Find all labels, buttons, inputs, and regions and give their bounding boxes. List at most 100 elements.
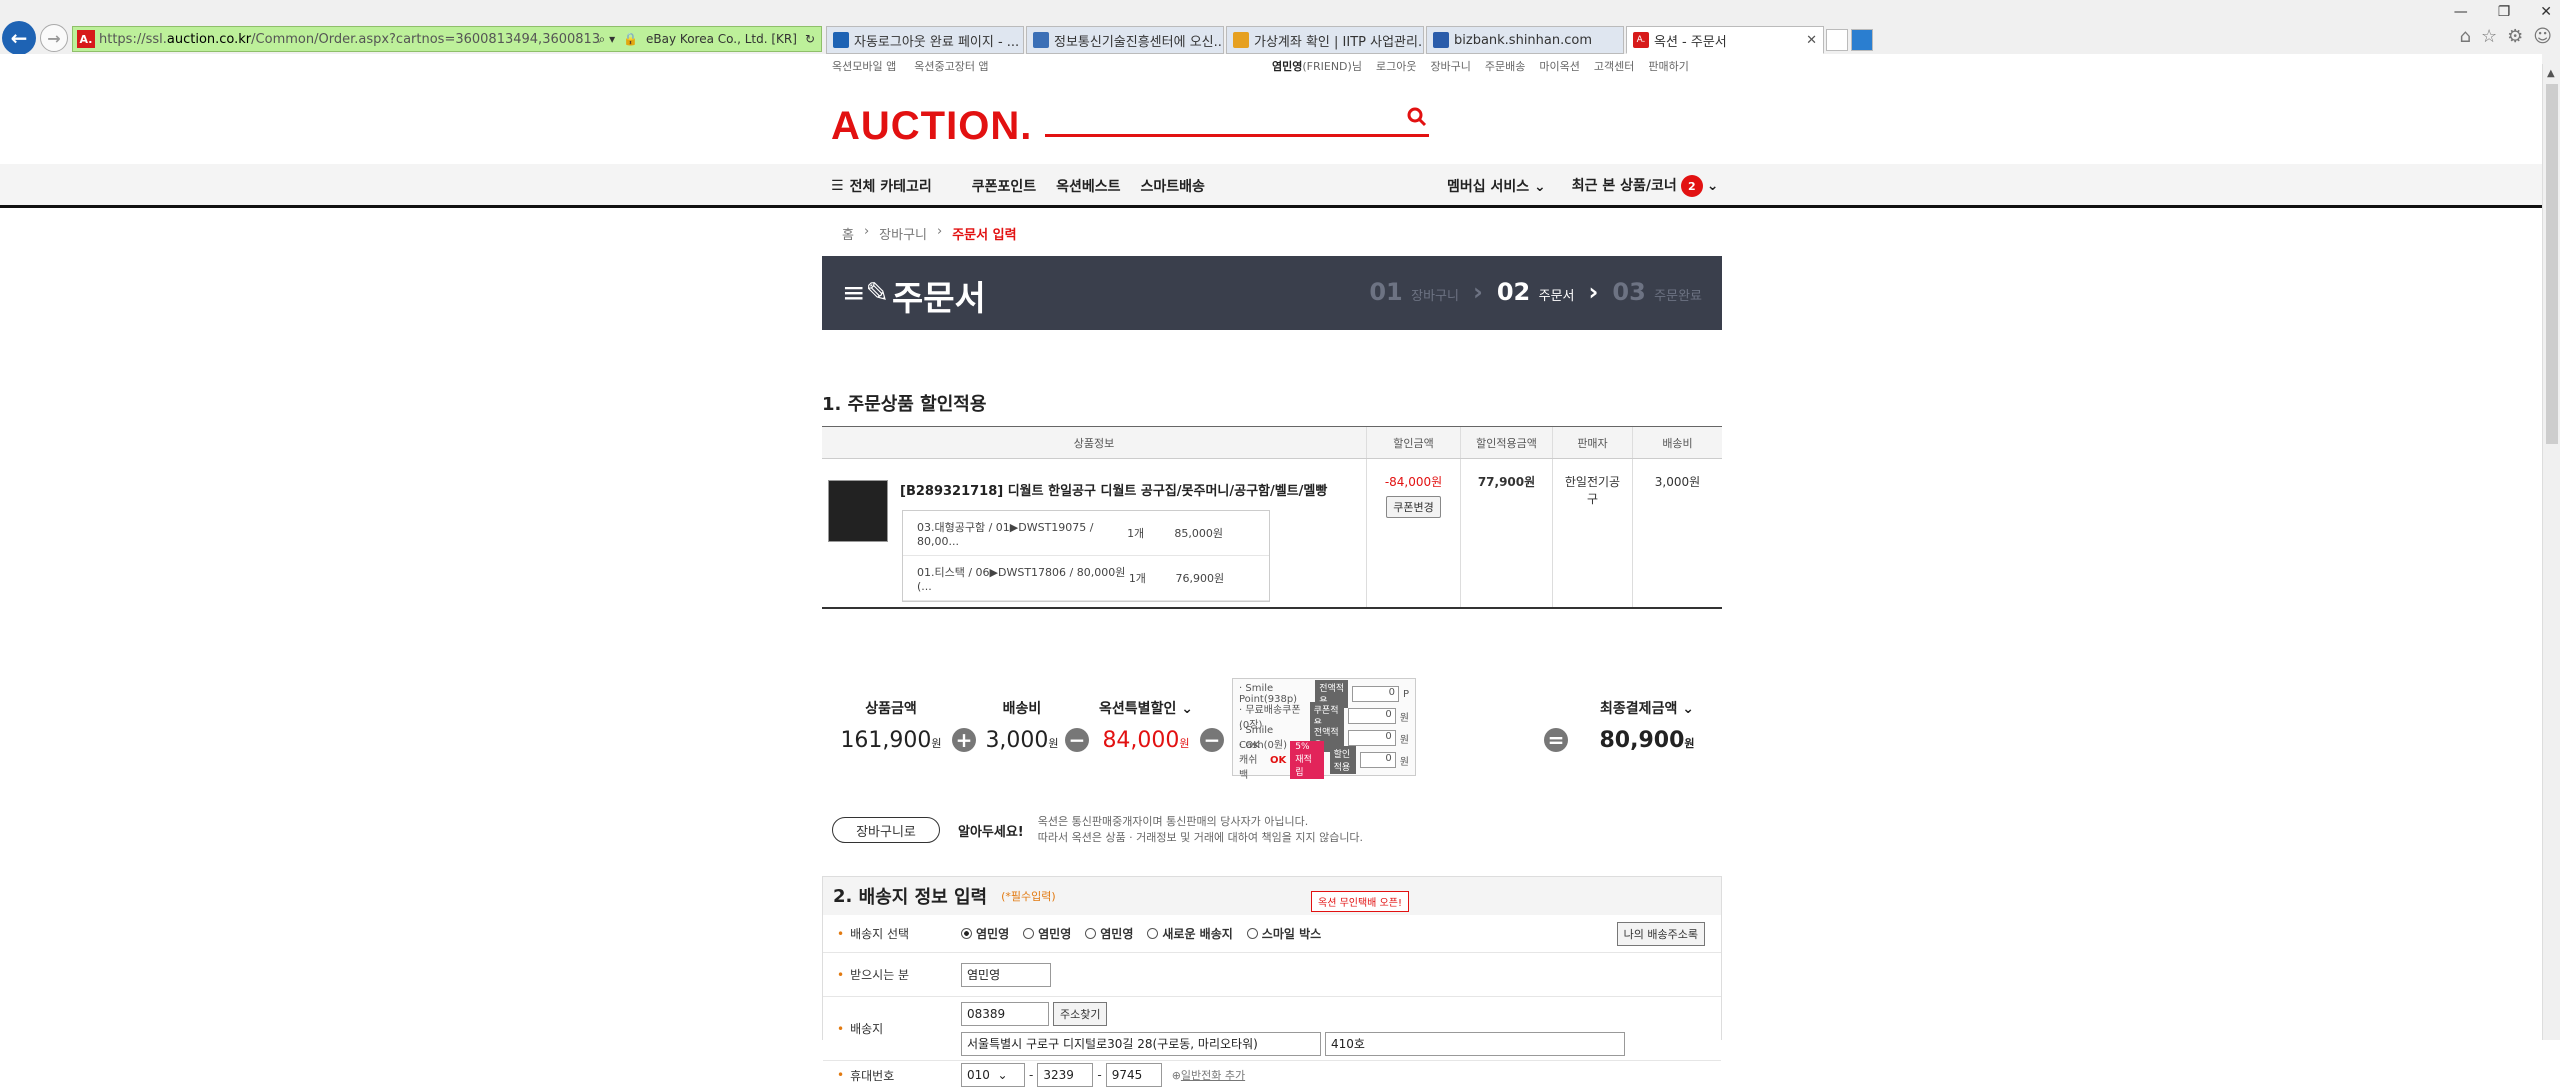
step-cart: 01 장바구니 bbox=[1369, 278, 1459, 306]
lock-icon[interactable]: 🔒 bbox=[623, 32, 638, 46]
forward-button-icon[interactable]: → bbox=[40, 24, 68, 52]
notice-heading: 알아두세요! bbox=[958, 824, 1024, 840]
address-line2-input[interactable]: 410호 bbox=[1325, 1031, 1625, 1056]
section2-title: 2. 배송지 정보 입력 (*필수입력) bbox=[823, 877, 1721, 915]
logout-link[interactable]: 로그아웃 bbox=[1376, 58, 1416, 74]
coupon-change-button[interactable]: 쿠폰변경 bbox=[1386, 496, 1441, 518]
phone-prefix-select[interactable]: 010 ⌄ bbox=[961, 1063, 1025, 1087]
discount-cell: -84,000원 쿠폰변경 bbox=[1366, 459, 1460, 607]
browser-tab[interactable]: bizbank.shinhan.com bbox=[1426, 26, 1624, 54]
breadcrumb-home[interactable]: 홈 bbox=[842, 224, 854, 243]
chevron-down-icon: ⌄ bbox=[997, 1068, 1008, 1082]
list-item: 01.티스택 / 06▶DWST17806 / 80,000원 (... 1개 76… bbox=[903, 556, 1269, 601]
close-window-icon[interactable]: ✕ bbox=[2540, 4, 2552, 20]
breadcrumb-cart[interactable]: 장바구니 bbox=[879, 224, 927, 243]
close-tab-icon[interactable]: ✕ bbox=[1806, 33, 1817, 48]
address-bar[interactable]: A. https://ssl.auction.co.kr/Common/Orde… bbox=[72, 26, 822, 52]
col-seller: 판매자 bbox=[1552, 427, 1632, 458]
seller-name[interactable]: 한일전기공구 bbox=[1552, 459, 1632, 607]
new-tab-button[interactable] bbox=[1826, 29, 1848, 51]
find-address-button[interactable]: 주소찾기 bbox=[1053, 1001, 1108, 1026]
section1-title: 1. 주문상품 할인적용 bbox=[822, 394, 987, 415]
cash-input[interactable]: 0 bbox=[1347, 730, 1396, 746]
sell-link[interactable]: 판매하기 bbox=[1648, 58, 1688, 74]
special-discount-label[interactable]: 옥션특별할인 ⌄ bbox=[1090, 698, 1202, 718]
my-auction-link[interactable]: 마이옥션 bbox=[1539, 58, 1579, 74]
chevron-right-icon: › bbox=[1588, 278, 1599, 306]
new-address-radio[interactable]: 새로운 배송지 bbox=[1147, 925, 1233, 942]
certificate-label[interactable]: eBay Korea Co., Ltd. [KR] bbox=[646, 32, 797, 46]
browser-tab[interactable]: 정보통신기술진흥센터에 오신... bbox=[1026, 26, 1224, 54]
restore-icon[interactable]: ❐ bbox=[2498, 4, 2511, 20]
pencil-list-icon: ≡✎ bbox=[842, 276, 889, 309]
phone-middle-input[interactable]: 3239 bbox=[1037, 1063, 1094, 1087]
order-header: ≡✎ 주문서 01 장바구니 › 02 주문서 › 03 주문완료 bbox=[822, 256, 1722, 330]
cart-link[interactable]: 장바구니 bbox=[1430, 58, 1470, 74]
search-icon[interactable] bbox=[1406, 106, 1428, 128]
browser-tab-active[interactable]: A. 옥션 - 주문서 ✕ bbox=[1626, 26, 1824, 54]
point-input[interactable]: 0 bbox=[1352, 686, 1399, 702]
back-to-cart-button[interactable]: 장바구니로 bbox=[832, 817, 940, 843]
address-radio[interactable]: 염민영 bbox=[1085, 925, 1133, 942]
search-icon[interactable]: ⌕ ▾ bbox=[599, 32, 616, 47]
ok-input[interactable]: 0 bbox=[1360, 752, 1396, 768]
smilebox-tooltip: 옥션 무인택배 오픈! bbox=[1311, 891, 1409, 912]
membership-menu[interactable]: 멤버십 서비스 ⌄ bbox=[1447, 176, 1546, 196]
nav-smart-delivery[interactable]: 스마트배송 bbox=[1141, 176, 1205, 196]
payment-summary: 상품금액 161,900원 + 배송비 3,000원 − 옥션특별할인 ⌄ 84… bbox=[822, 678, 1722, 782]
shipping-fee: 3,000원 bbox=[1632, 459, 1722, 607]
list-item: 03.대형공구함 / 01▶DWST19075 / 80,00... 1개 85,0… bbox=[903, 511, 1269, 556]
url-text[interactable]: https://ssl.auction.co.kr/Common/Order.a… bbox=[99, 32, 599, 47]
search-input[interactable] bbox=[1045, 134, 1429, 137]
coupon-input[interactable]: 0 bbox=[1347, 708, 1396, 724]
smile-box-radio[interactable]: 스마일 박스 bbox=[1246, 925, 1321, 942]
recent-count-badge: 2 bbox=[1680, 175, 1703, 198]
global-nav: ☰ 전체 카테고리 쿠폰포인트 옥션베스트 스마트배송 멤버십 서비스 ⌄ 최근… bbox=[0, 164, 2542, 208]
favorites-star-icon[interactable]: ☆ bbox=[2481, 26, 2497, 47]
mobile-app-link[interactable]: 옥션모바일 앱 bbox=[832, 58, 896, 74]
ie-icon[interactable] bbox=[1851, 29, 1873, 51]
address-line1-input[interactable]: 서울특별시 구로구 디지털로30길 28(구로동, 마리오타워) bbox=[961, 1031, 1321, 1056]
browser-tab[interactable]: 가상계좌 확인 | IITP 사업관리... bbox=[1226, 26, 1424, 54]
final-amount-label[interactable]: 최종결제금액 ⌄ bbox=[1582, 698, 1712, 718]
address-radio[interactable]: 염민영 bbox=[1023, 925, 1071, 942]
page-scrollbar[interactable]: ▲ bbox=[2542, 64, 2560, 1040]
recipient-row: 받으시는 분 염민영 bbox=[823, 953, 1721, 997]
product-thumbnail[interactable] bbox=[828, 480, 888, 542]
phone-last-input[interactable]: 9745 bbox=[1105, 1063, 1162, 1087]
customer-center-link[interactable]: 고객센터 bbox=[1594, 58, 1634, 74]
shipping-amount: 3,000원 bbox=[985, 728, 1059, 753]
recipient-input[interactable]: 염민영 bbox=[961, 962, 1051, 987]
minimize-icon[interactable]: — bbox=[2454, 4, 2468, 20]
back-button-icon[interactable]: ← bbox=[2, 21, 36, 55]
refresh-icon[interactable]: ↻ bbox=[805, 32, 815, 46]
final-amount: 80,900원 bbox=[1599, 728, 1695, 753]
all-category-link[interactable]: 전체 카테고리 bbox=[850, 176, 932, 196]
discount-apply-button[interactable]: 할인적용 bbox=[1329, 746, 1357, 774]
zipcode-input[interactable]: 08389 bbox=[961, 1001, 1049, 1026]
settings-gear-icon[interactable]: ⚙ bbox=[2507, 26, 2523, 47]
smiley-icon[interactable]: ☺ bbox=[2533, 26, 2552, 47]
nav-coupon-point[interactable]: 쿠폰포인트 bbox=[972, 176, 1036, 196]
minus-icon: − bbox=[1200, 728, 1224, 752]
add-landline-link[interactable]: ⊕일반전화 추가 bbox=[1172, 1067, 1245, 1083]
home-icon[interactable]: ⌂ bbox=[2460, 26, 2471, 47]
scroll-thumb[interactable] bbox=[2546, 84, 2558, 444]
web-page: 옥션모바일 앱 옥션중고장터 앱 염민영(FRIEND)님 로그아웃 장바구니 … bbox=[0, 54, 2542, 1087]
col-applied: 할인적용금액 bbox=[1460, 427, 1552, 458]
browser-tab[interactable]: 자동로그아웃 완료 페이지 - ... bbox=[826, 26, 1024, 54]
order-delivery-link[interactable]: 주문배송 bbox=[1485, 58, 1525, 74]
my-address-book-button[interactable]: 나의 배송주소록 bbox=[1616, 921, 1705, 946]
recent-items-menu[interactable]: 최근 본 상품/코너 2 ⌄ bbox=[1572, 175, 1719, 198]
address-radio[interactable]: 염민영 bbox=[961, 925, 1009, 942]
product-name[interactable]: [B289321718] 디월트 한일공구 디월트 공구집/못주머니/공구함/벨… bbox=[900, 480, 1327, 499]
equals-icon: = bbox=[1544, 728, 1568, 752]
order-steps: 01 장바구니 › 02 주문서 › 03 주문완료 bbox=[1369, 278, 1702, 306]
address-row: 배송지 08389주소찾기 서울특별시 구로구 디지털로30길 28(구로동, … bbox=[823, 997, 1721, 1061]
shipping-section: 2. 배송지 정보 입력(*필수입력) 옥션 무인택배 오픈! 배송지 선택 염… bbox=[822, 876, 1722, 1087]
menu-hamburger-icon[interactable]: ☰ bbox=[831, 178, 844, 194]
auction-logo[interactable]: AUCTION. bbox=[831, 104, 1032, 149]
used-market-app-link[interactable]: 옥션중고장터 앱 bbox=[914, 58, 988, 74]
nav-auction-best[interactable]: 옥션베스트 bbox=[1056, 176, 1120, 196]
window-controls: — ❐ ✕ bbox=[2454, 4, 2552, 20]
